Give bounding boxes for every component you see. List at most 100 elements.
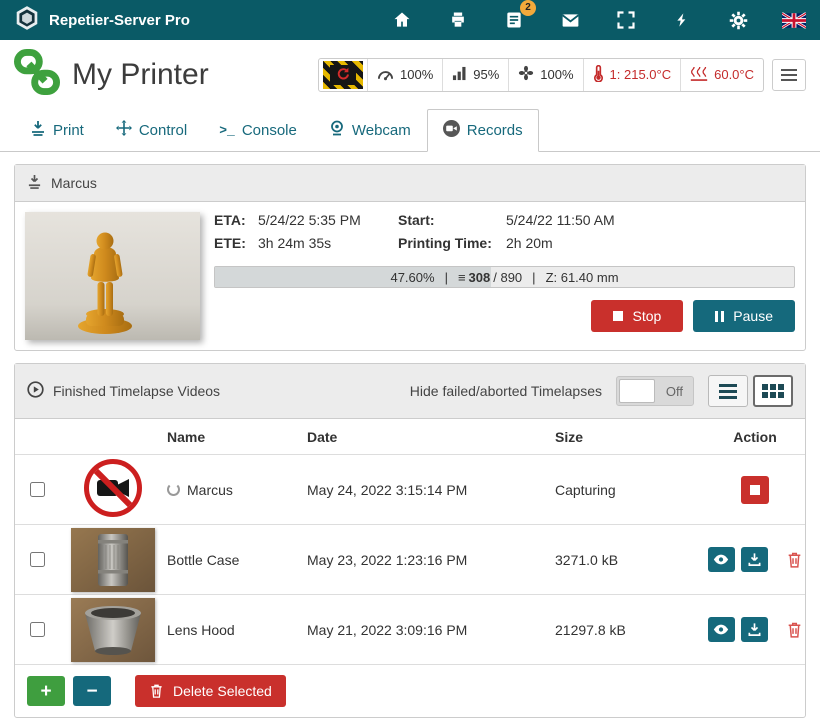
- download-icon: [747, 552, 762, 567]
- toggle-knob: [619, 379, 655, 403]
- ete-value: 3h 24m 35s: [258, 235, 398, 251]
- job-thumbnail-image: [25, 212, 200, 340]
- flow-value: 95%: [473, 67, 499, 82]
- pause-button[interactable]: Pause: [693, 300, 795, 332]
- plus-icon: +: [40, 682, 51, 701]
- printer-icon[interactable]: [446, 8, 470, 32]
- eta-value: 5/24/22 5:35 PM: [258, 212, 398, 228]
- column-date: Date: [307, 429, 555, 445]
- current-print-card: Marcus: [14, 164, 806, 351]
- eta-label: ETA:: [214, 212, 258, 228]
- tab-console-label: Console: [242, 122, 297, 139]
- tab-webcam[interactable]: Webcam: [313, 109, 427, 151]
- timelapse-name-cell: Bottle Case: [167, 552, 307, 568]
- tab-console[interactable]: >_ Console: [203, 109, 313, 151]
- job-info-line-2: ETE: 3h 24m 35s Printing Time: 2h 20m: [214, 235, 795, 251]
- webcam-icon: [329, 120, 345, 140]
- row-select-checkbox[interactable]: [30, 552, 45, 567]
- layer-group: ≡ 308 / 890: [458, 270, 522, 285]
- hamburger-menu-button[interactable]: [772, 59, 806, 91]
- gear-icon[interactable]: [726, 8, 750, 32]
- tab-print-label: Print: [53, 122, 84, 139]
- tab-print[interactable]: Print: [14, 109, 100, 151]
- progress-text: 47.60% | ≡ 308 / 890 | Z: 61.40 mm: [215, 267, 794, 287]
- column-action: Action: [733, 429, 777, 445]
- download-video-button[interactable]: [741, 547, 768, 572]
- print-job-header: Marcus: [15, 165, 805, 202]
- layer-total: / 890: [493, 270, 522, 285]
- print-progress-bar: 47.60% | ≡ 308 / 890 | Z: 61.40 mm: [214, 266, 795, 288]
- download-video-button[interactable]: [741, 617, 768, 642]
- view-mode-buttons: [708, 375, 793, 407]
- z-height: Z: 61.40 mm: [546, 270, 619, 285]
- view-video-button[interactable]: [708, 547, 735, 572]
- stop-button[interactable]: Stop: [591, 300, 683, 332]
- print-job-info: ETA: 5/24/22 5:35 PM Start: 5/24/22 11:5…: [214, 212, 795, 340]
- speed-multiplier[interactable]: 100%: [367, 59, 442, 91]
- deselect-all-button[interactable]: −: [73, 676, 111, 706]
- thermometer-icon: [593, 65, 604, 85]
- speed-gauge-icon: [377, 66, 394, 84]
- notification-badge: 2: [520, 0, 536, 16]
- extruder-temp-value: 1: 215.0°C: [610, 67, 672, 82]
- language-flag-uk-icon[interactable]: [782, 8, 806, 32]
- timelapse-name: Marcus: [187, 482, 233, 498]
- timelapse-size: 21297.8 kB: [555, 622, 705, 638]
- fan-speed[interactable]: 100%: [508, 59, 582, 91]
- row-select-checkbox[interactable]: [30, 482, 45, 497]
- job-name: Marcus: [51, 175, 97, 191]
- stop-capture-button[interactable]: [741, 476, 769, 504]
- console-icon: >_: [219, 123, 235, 138]
- printer-link-icon[interactable]: [14, 49, 60, 100]
- timelapse-thumbnail[interactable]: [59, 598, 167, 662]
- brand-title: Repetier-Server Pro: [49, 12, 190, 29]
- timelapse-name-cell: Lens Hood: [167, 622, 307, 638]
- home-icon[interactable]: [390, 8, 414, 32]
- mail-icon[interactable]: [558, 8, 582, 32]
- delete-video-button[interactable]: [786, 551, 803, 569]
- timelapse-size: Capturing: [555, 482, 705, 498]
- page-title: My Printer: [72, 58, 209, 92]
- column-name: Name: [167, 429, 307, 445]
- grid-view-button[interactable]: [753, 375, 793, 407]
- speed-value: 100%: [400, 67, 433, 82]
- eye-icon: [713, 623, 729, 636]
- list-view-button[interactable]: [708, 375, 748, 407]
- bed-temperature[interactable]: 60.0°C: [680, 59, 763, 91]
- printer-header: My Printer: [0, 40, 820, 107]
- tab-control-label: Control: [139, 122, 187, 139]
- view-video-button[interactable]: [708, 617, 735, 642]
- start-label: Start:: [398, 212, 506, 228]
- hide-failed-toggle[interactable]: Off: [616, 376, 694, 406]
- timelapse-thumbnail[interactable]: [59, 528, 167, 592]
- table-row: Bottle Case May 23, 2022 1:23:16 PM 3271…: [15, 525, 805, 595]
- webcam-refresh-icon: [330, 65, 356, 85]
- pause-label: Pause: [733, 308, 773, 324]
- timelapse-name: Lens Hood: [167, 622, 235, 638]
- fullscreen-icon[interactable]: [614, 8, 638, 32]
- repetier-logo-icon: [14, 5, 40, 35]
- tab-records[interactable]: Records: [427, 109, 539, 152]
- printing-time-label: Printing Time:: [398, 235, 506, 251]
- no-webcam-thumbnail: [83, 458, 143, 521]
- hide-toggle-label: Hide failed/aborted Timelapses: [410, 383, 602, 399]
- extruder-temperature[interactable]: 1: 215.0°C: [583, 59, 681, 91]
- select-all-button[interactable]: +: [27, 676, 65, 706]
- tab-control[interactable]: Control: [100, 109, 203, 151]
- column-size: Size: [555, 429, 705, 445]
- timelapse-name: Bottle Case: [167, 552, 239, 568]
- delete-selected-button[interactable]: Delete Selected: [135, 675, 286, 707]
- delete-video-button[interactable]: [786, 621, 803, 639]
- row-select-checkbox[interactable]: [30, 622, 45, 637]
- fan-value: 100%: [540, 67, 573, 82]
- flow-bars-icon: [452, 66, 467, 84]
- trash-icon: [786, 621, 803, 639]
- webcam-disabled-button[interactable]: [319, 59, 367, 91]
- brand[interactable]: Repetier-Server Pro: [14, 5, 190, 35]
- tab-webcam-label: Webcam: [352, 122, 411, 139]
- list-view-icon: [719, 384, 737, 399]
- printer-list-icon[interactable]: 2: [502, 8, 526, 32]
- flow-multiplier[interactable]: 95%: [442, 59, 508, 91]
- heated-bed-icon: [690, 66, 708, 84]
- bolt-icon[interactable]: [670, 8, 694, 32]
